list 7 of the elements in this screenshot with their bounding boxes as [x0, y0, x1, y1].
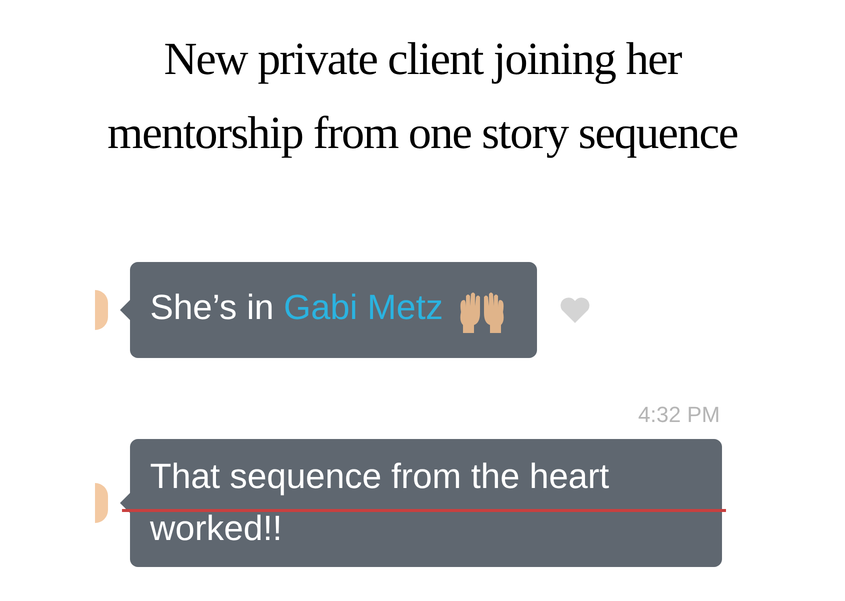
timestamp: 4:32 PM [638, 400, 720, 429]
message-text: That sequence from the heart worked!! [150, 456, 610, 548]
headline: New private client joining her mentorship from one story sequence [106, 32, 739, 160]
avatar [95, 482, 108, 523]
message-text: She’s in Gabi Metz [150, 288, 444, 327]
heart-icon [559, 296, 592, 324]
avatar [95, 290, 108, 330]
